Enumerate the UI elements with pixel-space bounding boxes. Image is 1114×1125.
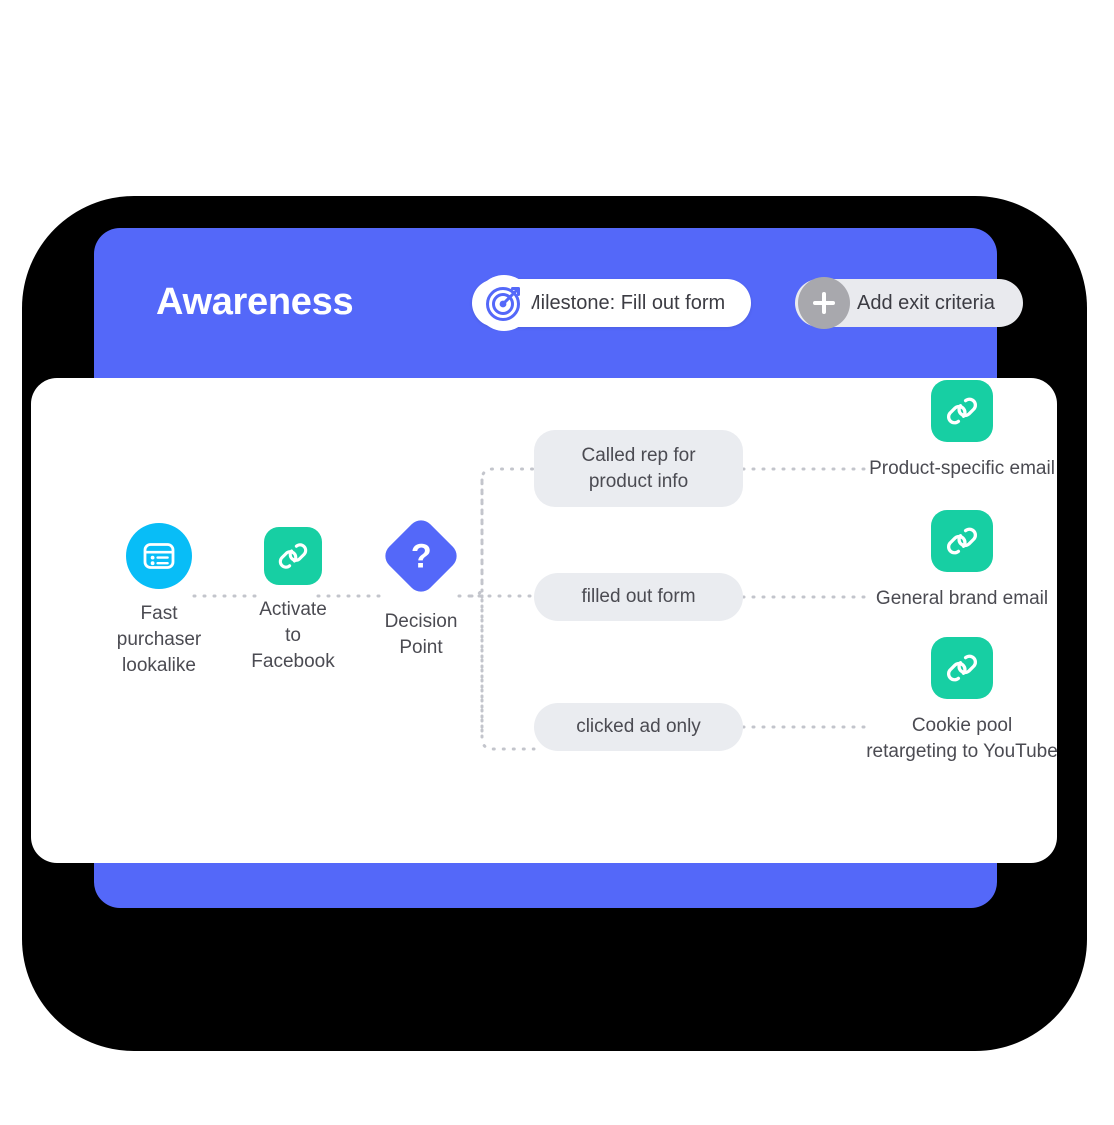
milestone-label: Milestone: Fill out form [524,291,726,314]
plus-icon-horizontal-bar [813,301,835,305]
flow-node-label: Cookie pool retargeting to YouTube [866,715,1058,762]
link-chain-icon [931,380,993,442]
flow-node-label: Product-specific email [869,458,1055,479]
flow-node-activate-to-facebook[interactable]: Activate to Facebook [227,527,359,675]
flow-node-label: Activate to Facebook [251,599,335,672]
link-chain-icon [264,527,322,585]
target-bullseye-icon [476,275,532,331]
audience-list-icon [126,523,192,589]
flow-node-cookie-pool-retargeting[interactable]: Cookie pool retargeting to YouTube [837,637,1087,765]
question-mark-icon: ? [379,514,463,598]
flow-node-label: General brand email [875,588,1049,609]
decision-diamond-wrapper: ? [379,514,463,598]
link-chain-icon [931,637,993,699]
flow-node-label: Fast purchaser lookalike [116,603,202,676]
branch-condition-pill[interactable]: Called rep for product info [534,430,743,507]
flow-node-fast-purchaser-lookalike[interactable]: Fast purchaser lookalike [91,523,227,679]
plus-icon[interactable] [798,277,850,329]
page-title: Awareness [156,280,354,323]
add-exit-criteria-label: Add exit criteria [857,291,995,314]
flow-node-general-brand-email[interactable]: General brand email [837,510,1087,612]
branch-condition-pill[interactable]: clicked ad only [534,703,743,751]
branch-condition-pill[interactable]: filled out form [534,573,743,621]
flow-node-decision-point[interactable]: ? Decision Point [349,514,493,661]
decision-glyph: ? [410,537,432,575]
link-chain-icon [931,510,993,572]
flow-node-product-specific-email[interactable]: Product-specific email [837,380,1087,482]
flow-canvas-card: Fast purchaser lookalike Activate to Fac… [31,378,1058,863]
flow-node-label: Decision Point [384,611,458,658]
